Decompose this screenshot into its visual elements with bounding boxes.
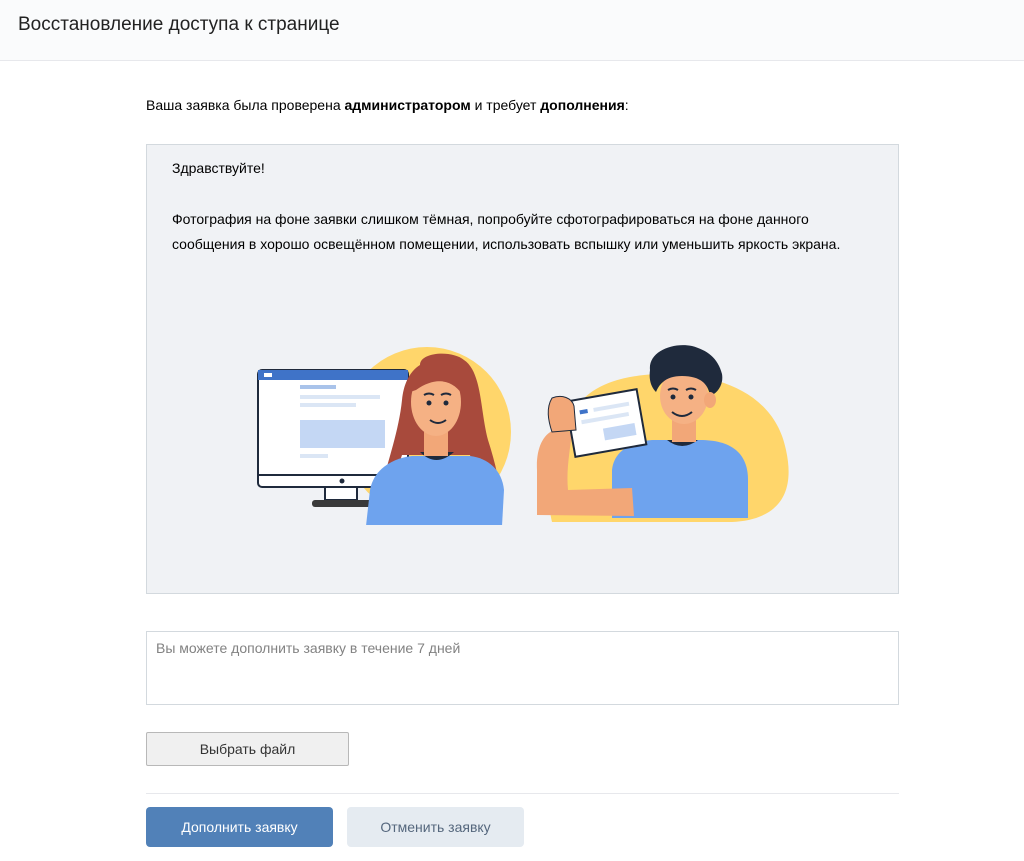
divider bbox=[146, 793, 899, 794]
status-text-emphasis-admin: администратором bbox=[344, 97, 471, 113]
comment-field[interactable] bbox=[146, 631, 899, 705]
status-text-part: : bbox=[624, 97, 629, 113]
photo-card bbox=[564, 388, 648, 458]
request-status-text: Ваша заявка была проверена администратор… bbox=[146, 97, 629, 113]
admin-message-box: Здравствуйте! Фотография на фоне заявки … bbox=[146, 144, 899, 594]
choose-file-button[interactable]: Выбрать файл bbox=[146, 732, 349, 766]
status-text-emphasis-addition: дополнения bbox=[540, 97, 625, 113]
cancel-request-button[interactable]: Отменить заявку bbox=[347, 807, 524, 847]
status-text-part: и требует bbox=[470, 97, 541, 113]
message-greeting: Здравствуйте! bbox=[172, 160, 265, 176]
monitor-woman-scene bbox=[257, 347, 511, 525]
status-text-part: Ваша заявка была проверена bbox=[146, 97, 345, 113]
submit-request-button[interactable]: Дополнить заявку bbox=[146, 807, 333, 847]
page-header: Восстановление доступа к странице bbox=[0, 0, 1024, 61]
man-with-photo-scene bbox=[536, 345, 789, 522]
message-body: Фотография на фоне заявки слишком тёмная… bbox=[172, 211, 841, 252]
photo-instructions-illustration bbox=[257, 345, 789, 525]
page-title: Восстановление доступа к странице bbox=[18, 14, 340, 35]
